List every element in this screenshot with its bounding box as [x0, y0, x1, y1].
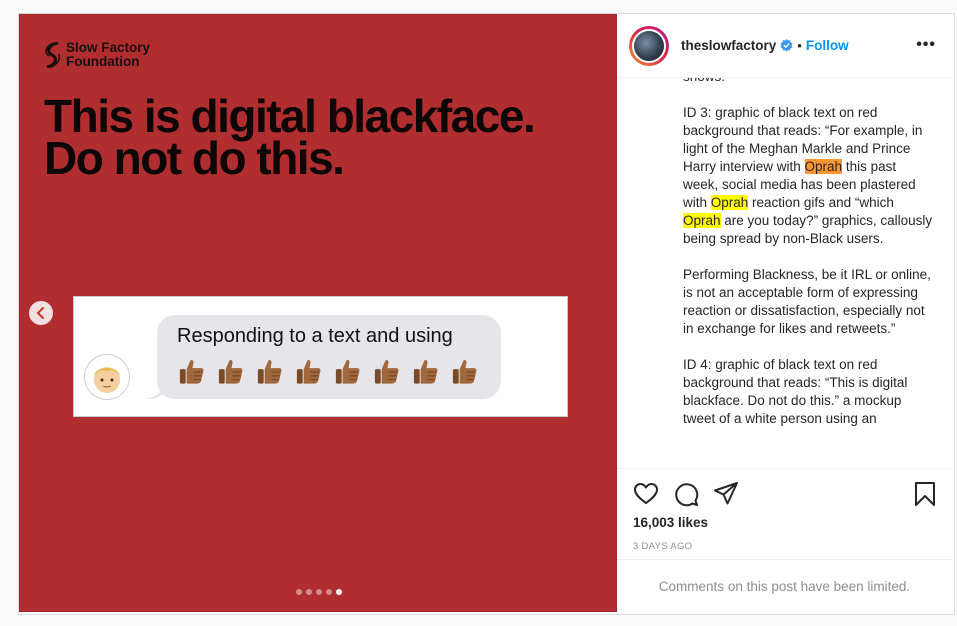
comments-limited-notice: Comments on this post have been limited. [617, 559, 952, 612]
previous-slide-button[interactable] [29, 301, 53, 325]
brand-line-1: Slow Factory [66, 40, 151, 55]
thumbs-up-icon [374, 360, 399, 384]
action-icons [633, 481, 938, 507]
thumbs-up-icon [179, 360, 204, 384]
likes-count[interactable]: 16,003 likes [633, 515, 708, 530]
search-highlight: Oprah [683, 213, 721, 228]
message-bubble: Responding to a text and using [157, 315, 501, 399]
headline-line-1: This is digital blackface. [44, 90, 536, 142]
message-text: Responding to a text and using [177, 325, 453, 347]
slow-factory-logo: Slow Factory Foundation [44, 41, 150, 69]
profile-picture [632, 28, 666, 63]
comment-icon[interactable] [673, 481, 699, 507]
thumbs-up-row [177, 356, 479, 386]
brand-line-2: Foundation [66, 54, 140, 69]
caption-paragraph-1: ID 3: graphic of black text on red backg… [683, 104, 933, 248]
caption-paragraph-2: Performing Blackness, be it IRL or onlin… [683, 267, 931, 336]
slide-dot-active [336, 589, 342, 595]
slide-dot [296, 589, 302, 595]
post-sidebar: theslowfactory • Follow ••• shows. ID 3:… [617, 14, 952, 612]
post-image[interactable]: Slow Factory Foundation This is digital … [19, 14, 617, 612]
post-header: theslowfactory • Follow ••• [617, 14, 952, 78]
headline: This is digital blackface. Do not do thi… [44, 90, 604, 184]
instagram-post: Slow Factory Foundation This is digital … [18, 13, 955, 615]
separator-dot: • [797, 38, 802, 53]
post-date[interactable]: 3 DAYS AGO [633, 541, 692, 552]
slide-dot [316, 589, 322, 595]
share-icon[interactable] [713, 481, 739, 507]
thumbs-up-icon [257, 360, 282, 384]
thumbs-up-icon [452, 360, 477, 384]
slide-dot [306, 589, 312, 595]
emoji-avatar [84, 354, 130, 400]
tweet-mockup: Responding to a text and using [73, 296, 568, 417]
caption-text: shows. ID 3: graphic of black text on re… [683, 78, 933, 446]
chevron-left-icon [36, 307, 44, 319]
search-highlight-current: Oprah [804, 159, 843, 174]
slide-indicator [296, 589, 342, 595]
bookmark-icon[interactable] [912, 481, 938, 507]
heart-icon[interactable] [633, 481, 659, 507]
username-link[interactable]: theslowfactory [681, 38, 776, 53]
caption-text-segment: are you today?” graphics, callously bein… [683, 213, 933, 246]
caption-paragraph-0: shows. [683, 78, 933, 86]
search-highlight: Oprah [710, 195, 749, 210]
more-options-icon[interactable]: ••• [916, 36, 936, 54]
caption-scroll-area[interactable]: shows. ID 3: graphic of black text on re… [617, 78, 952, 468]
slide-dot [326, 589, 332, 595]
caption-text-segment: reaction gifs and “which [748, 195, 894, 210]
slow-factory-mark-icon [45, 42, 61, 68]
follow-button[interactable]: Follow [806, 38, 849, 53]
thumbs-up-icon [296, 360, 321, 384]
caption-paragraph-3: ID 4: graphic of black text on red backg… [683, 357, 908, 426]
person-emoji-icon [94, 367, 120, 393]
action-bar: 16,003 likes 3 DAYS AGO [617, 468, 952, 559]
verified-badge-icon [780, 39, 793, 52]
thumbs-up-icon [218, 360, 243, 384]
headline-line-2: Do not do this. [44, 132, 345, 184]
profile-avatar[interactable] [629, 25, 669, 66]
thumbs-up-icon [413, 360, 438, 384]
thumbs-up-icon [335, 360, 360, 384]
